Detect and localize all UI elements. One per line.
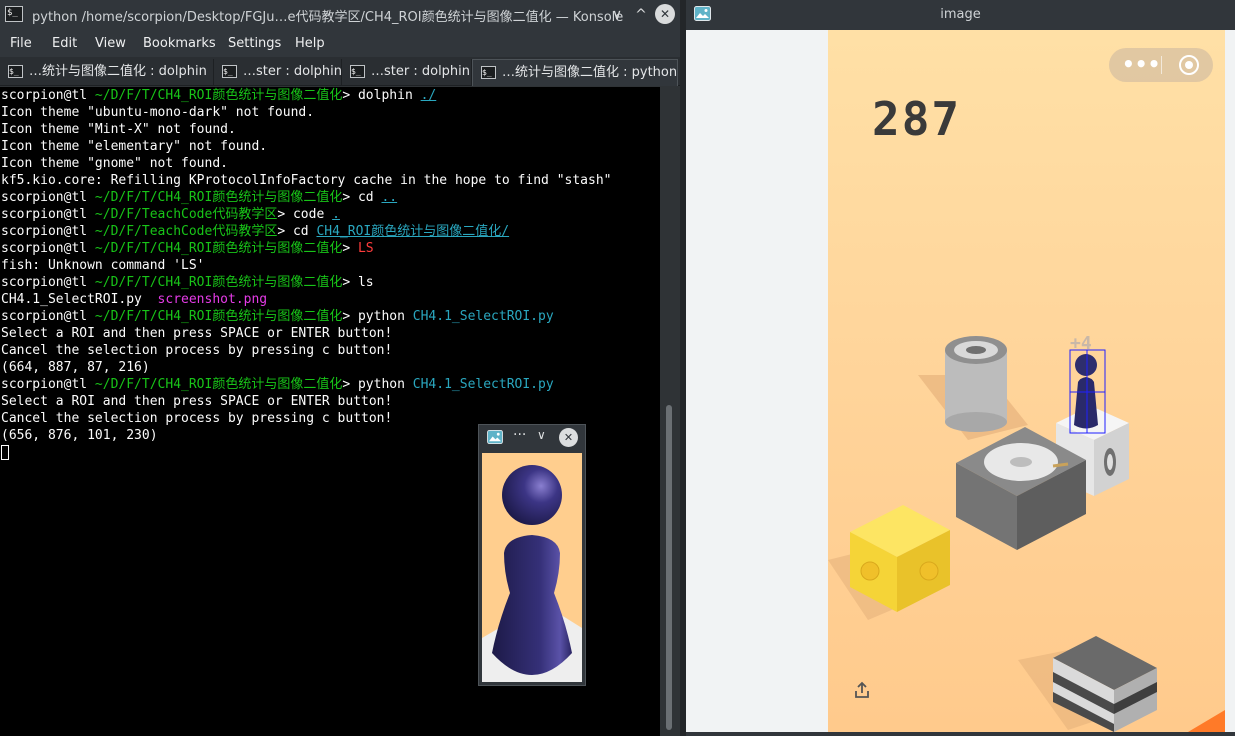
menu-settings[interactable]: Settings <box>228 36 281 51</box>
tab-label: …统计与图像二值化 : dolphin <box>29 64 207 79</box>
image-window-bottom-border <box>686 732 1235 736</box>
terminal-line: Cancel the selection process by pressing… <box>1 411 393 426</box>
terminal-scrollbar[interactable] <box>660 87 680 736</box>
minimize-button[interactable]: ∨ <box>606 4 628 26</box>
terminal-icon: $_ <box>350 65 365 78</box>
bonus-points: +4 <box>1070 333 1092 354</box>
close-button[interactable]: ✕ <box>559 428 578 447</box>
menu-view[interactable]: View <box>95 36 126 51</box>
terminal-line: scorpion@tl ~/D/F/T/CH4_ROI颜色统计与图像二值化> d… <box>1 88 437 103</box>
terminal-line: scorpion@tl ~/D/F/TeachCode代码教学区> cd CH4… <box>1 224 510 239</box>
terminal-line: Select a ROI and then press SPACE or ENT… <box>1 326 393 341</box>
game-screenshot: ••• 287 +4 <box>828 30 1225 732</box>
tab-4-active[interactable]: $_ …统计与图像二值化 : python <box>472 59 678 86</box>
scrollbar-thumb[interactable] <box>666 405 672 730</box>
text-cursor <box>1 445 9 460</box>
share-icon[interactable] <box>853 681 871 699</box>
mini-program-capsule[interactable]: ••• <box>1109 48 1213 82</box>
image-window-title: image <box>940 7 981 22</box>
minimize-button[interactable]: ∨ <box>537 428 546 442</box>
terminal-line: scorpion@tl ~/D/F/TeachCode代码教学区> code . <box>1 207 340 222</box>
menu-file[interactable]: File <box>10 36 32 51</box>
image-canvas[interactable]: ••• 287 +4 <box>686 30 1235 732</box>
capsule-divider <box>1161 56 1162 74</box>
maximize-button[interactable]: ^ <box>630 4 652 26</box>
tab-1[interactable]: $_ …统计与图像二值化 : dolphin <box>0 59 214 86</box>
konsole-titlebar[interactable]: $_ python /home/scorpion/Desktop/FGJu…e代… <box>0 0 680 30</box>
image-icon <box>487 430 503 444</box>
terminal-icon: $_ <box>481 66 496 79</box>
tab-bar: $_ …统计与图像二值化 : dolphin $_ …ster : dolphi… <box>0 57 680 86</box>
menu-bar: File Edit View Bookmarks Settings Help <box>0 30 680 57</box>
terminal-icon: $_ <box>222 65 237 78</box>
close-button[interactable]: ✕ <box>655 4 675 24</box>
terminal-line: Icon theme "Mint-X" not found. <box>1 122 236 137</box>
terminal-line: fish: Unknown command 'LS' <box>1 258 205 273</box>
terminal-line: kf5.kio.core: Refilling KProtocolInfoFac… <box>1 173 612 188</box>
close-target-icon[interactable] <box>1179 55 1199 75</box>
terminal-line: scorpion@tl ~/D/F/T/CH4_ROI颜色统计与图像二值化> l… <box>1 275 374 290</box>
terminal-line: Cancel the selection process by pressing… <box>1 343 393 358</box>
menu-edit[interactable]: Edit <box>52 36 77 51</box>
terminal-line: scorpion@tl ~/D/F/T/CH4_ROI颜色统计与图像二值化> L… <box>1 241 374 256</box>
terminal-line: Icon theme "gnome" not found. <box>1 156 228 171</box>
roi-piece-image <box>482 465 582 682</box>
tab-2[interactable]: $_ …ster : dolphin <box>214 59 342 86</box>
terminal-line: (656, 876, 101, 230) <box>1 428 158 443</box>
tab-3[interactable]: $_ …ster : dolphin <box>342 59 472 86</box>
roi-image <box>482 453 582 682</box>
tab-label: …ster : dolphin <box>243 64 343 79</box>
image-window-titlebar[interactable]: image <box>686 0 1235 30</box>
terminal-line: Select a ROI and then press SPACE or ENT… <box>1 394 393 409</box>
terminal-line: Icon theme "ubuntu-mono-dark" not found. <box>1 105 315 120</box>
roi-window: ··· ∨ ✕ <box>478 424 586 686</box>
terminal-line: scorpion@tl ~/D/F/T/CH4_ROI颜色统计与图像二值化> p… <box>1 309 554 324</box>
menu-help[interactable]: Help <box>295 36 325 51</box>
terminal-prompt-line[interactable] <box>1 444 9 461</box>
game-score: 287 <box>872 92 962 146</box>
tab-label: …统计与图像二值化 : python <box>502 65 678 80</box>
more-options-button[interactable]: ··· <box>513 427 526 443</box>
more-options-button[interactable]: ••• <box>1122 52 1160 76</box>
terminal-line: (664, 887, 87, 216) <box>1 360 150 375</box>
terminal-icon: $_ <box>8 65 23 78</box>
terminal-line: CH4.1_SelectROI.py screenshot.png <box>1 292 268 307</box>
menu-bookmarks[interactable]: Bookmarks <box>143 36 216 51</box>
roi-titlebar[interactable]: ··· ∨ ✕ <box>479 425 585 451</box>
image-window: image ••• 287 +4 <box>686 0 1235 736</box>
terminal-line: scorpion@tl ~/D/F/T/CH4_ROI颜色统计与图像二值化> c… <box>1 190 398 205</box>
terminal-line: scorpion@tl ~/D/F/T/CH4_ROI颜色统计与图像二值化> p… <box>1 377 554 392</box>
terminal-icon: $_ <box>5 6 23 22</box>
window-title: python /home/scorpion/Desktop/FGJu…e代码教学… <box>32 10 624 25</box>
tab-label: …ster : dolphin <box>371 64 471 79</box>
terminal-line: Icon theme "elementary" not found. <box>1 139 268 154</box>
